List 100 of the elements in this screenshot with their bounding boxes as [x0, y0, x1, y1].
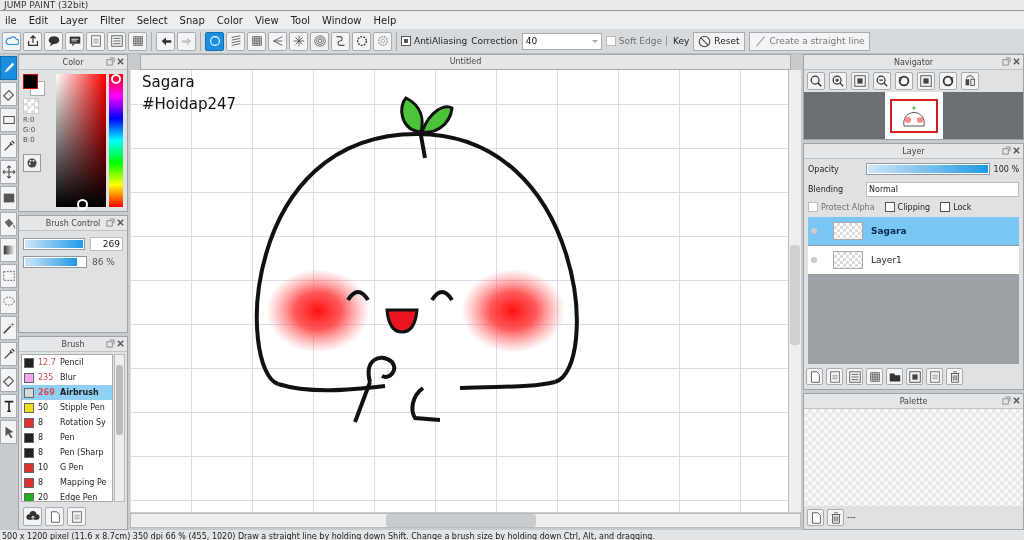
document-tab[interactable]: Untitled	[140, 54, 791, 70]
close-icon[interactable]	[116, 57, 125, 66]
canvas-preview[interactable]	[884, 92, 943, 139]
visibility-toggle[interactable]	[811, 257, 817, 263]
comment-button[interactable]	[65, 31, 84, 51]
size-field[interactable]: 269	[89, 237, 123, 251]
grid-button[interactable]	[247, 31, 266, 51]
grid-button[interactable]	[866, 368, 883, 385]
close-icon[interactable]	[1012, 396, 1021, 405]
layer-row[interactable]: Layer1	[808, 246, 1019, 275]
fill-button[interactable]	[0, 186, 17, 210]
fit-button[interactable]	[906, 368, 923, 385]
slider[interactable]	[23, 256, 87, 268]
text-button[interactable]	[0, 394, 17, 418]
transparent-swatch[interactable]	[23, 98, 39, 114]
checkbox[interactable]	[401, 36, 411, 46]
checkbox[interactable]	[884, 202, 895, 212]
folder-button[interactable]	[886, 368, 903, 385]
undo-button[interactable]	[156, 31, 175, 51]
radial-lines-button[interactable]	[289, 31, 308, 51]
scroll-thumb[interactable]	[116, 365, 123, 435]
dropper-button[interactable]	[0, 342, 17, 366]
zoom-in-button[interactable]	[829, 72, 847, 90]
brush-item[interactable]: 235 Blur	[22, 370, 112, 385]
parallel-lines-button[interactable]	[226, 31, 245, 51]
zoom-out-button[interactable]	[873, 72, 891, 90]
hue-slider[interactable]	[109, 74, 123, 207]
pointer-button[interactable]	[0, 420, 17, 444]
new-page-button[interactable]	[806, 368, 823, 385]
pen-button[interactable]	[0, 56, 17, 80]
eraser-button[interactable]	[0, 368, 17, 392]
selection-button[interactable]	[0, 264, 17, 288]
rotate-right-button[interactable]	[939, 72, 957, 90]
picker-handle[interactable]	[77, 199, 88, 210]
upload-button[interactable]	[23, 507, 42, 526]
document-button[interactable]	[86, 31, 105, 51]
brush-item[interactable]: 8 Mapping Pe	[22, 475, 112, 490]
menu-item[interactable]: Snap	[174, 14, 210, 26]
scrollbar[interactable]	[130, 513, 801, 528]
layer-row[interactable]: Sagara	[808, 217, 1019, 246]
brush-item[interactable]: 20 Edge Pen	[22, 490, 112, 501]
menu-item[interactable]: ile	[0, 14, 22, 26]
color-swatches-drawing[interactable]	[23, 74, 45, 96]
list-button[interactable]	[107, 31, 126, 51]
list-button[interactable]	[846, 368, 863, 385]
close-icon[interactable]	[116, 339, 125, 348]
move-button[interactable]	[0, 160, 17, 184]
hue-handle[interactable]	[111, 74, 121, 84]
gradient-button[interactable]	[0, 238, 17, 262]
trash-button[interactable]	[827, 509, 844, 526]
brush-item[interactable]: 12.7 Pencil	[22, 355, 112, 370]
share-button[interactable]	[23, 31, 42, 51]
scroll-thumb[interactable]	[790, 245, 800, 345]
fit-button[interactable]	[917, 72, 935, 90]
dropper-button[interactable]	[0, 134, 17, 158]
brush-item[interactable]: 50 Stipple Pen	[22, 400, 112, 415]
menu-item[interactable]: Edit	[23, 14, 54, 26]
brush-item[interactable]: 10 G Pen	[22, 460, 112, 475]
visibility-toggle[interactable]	[811, 228, 817, 234]
document-button[interactable]	[67, 507, 86, 526]
brush-item[interactable]: 8 Rotation Sy	[22, 415, 112, 430]
new-page-button[interactable]	[807, 509, 824, 526]
eraser-button[interactable]	[0, 82, 17, 106]
menu-item[interactable]: Tool	[285, 14, 316, 26]
rotate-left-button[interactable]	[895, 72, 913, 90]
menu-item[interactable]: Window	[317, 14, 367, 26]
scroll-thumb[interactable]	[386, 514, 536, 527]
circle-ruler-button[interactable]	[205, 31, 224, 51]
blending-dropdown[interactable]: Normal	[866, 181, 1019, 197]
checkbox[interactable]	[940, 202, 951, 212]
document-button[interactable]	[926, 368, 943, 385]
close-icon[interactable]	[1012, 57, 1021, 66]
reset-button[interactable]: Reset	[693, 31, 745, 51]
concentric-circles-button[interactable]	[310, 31, 329, 51]
curve-button[interactable]	[331, 31, 350, 51]
scrollbar[interactable]	[788, 70, 801, 512]
close-icon[interactable]	[1012, 146, 1021, 155]
dotted-circle-button[interactable]	[352, 31, 371, 51]
brush-item[interactable]: 8 Pen	[22, 430, 112, 445]
menu-item[interactable]: Color	[211, 14, 248, 26]
menu-item[interactable]: View	[249, 14, 284, 26]
close-icon[interactable]	[116, 218, 125, 227]
menu-item[interactable]: Filter	[95, 14, 130, 26]
zoom-button[interactable]	[807, 72, 825, 90]
rectangle-button[interactable]	[0, 108, 17, 132]
trash-button[interactable]	[946, 368, 963, 385]
grid-button[interactable]	[128, 31, 147, 51]
flip-button[interactable]	[961, 72, 979, 90]
brush-item[interactable]: 269 Airbrush	[22, 385, 112, 400]
fit-button[interactable]	[851, 72, 869, 90]
correction-field[interactable]: 40	[521, 32, 602, 50]
new-page-button[interactable]	[45, 507, 64, 526]
color-picker-square[interactable]	[56, 74, 106, 207]
document-button[interactable]	[826, 368, 843, 385]
scrollbar[interactable]	[114, 354, 125, 502]
menu-item[interactable]: Select	[131, 14, 173, 26]
menu-item[interactable]: Help	[368, 14, 402, 26]
speech-bubble-button[interactable]	[44, 31, 63, 51]
menu-item[interactable]: Layer	[55, 14, 93, 26]
brush-item[interactable]: 8 Pen (Sharp	[22, 445, 112, 460]
